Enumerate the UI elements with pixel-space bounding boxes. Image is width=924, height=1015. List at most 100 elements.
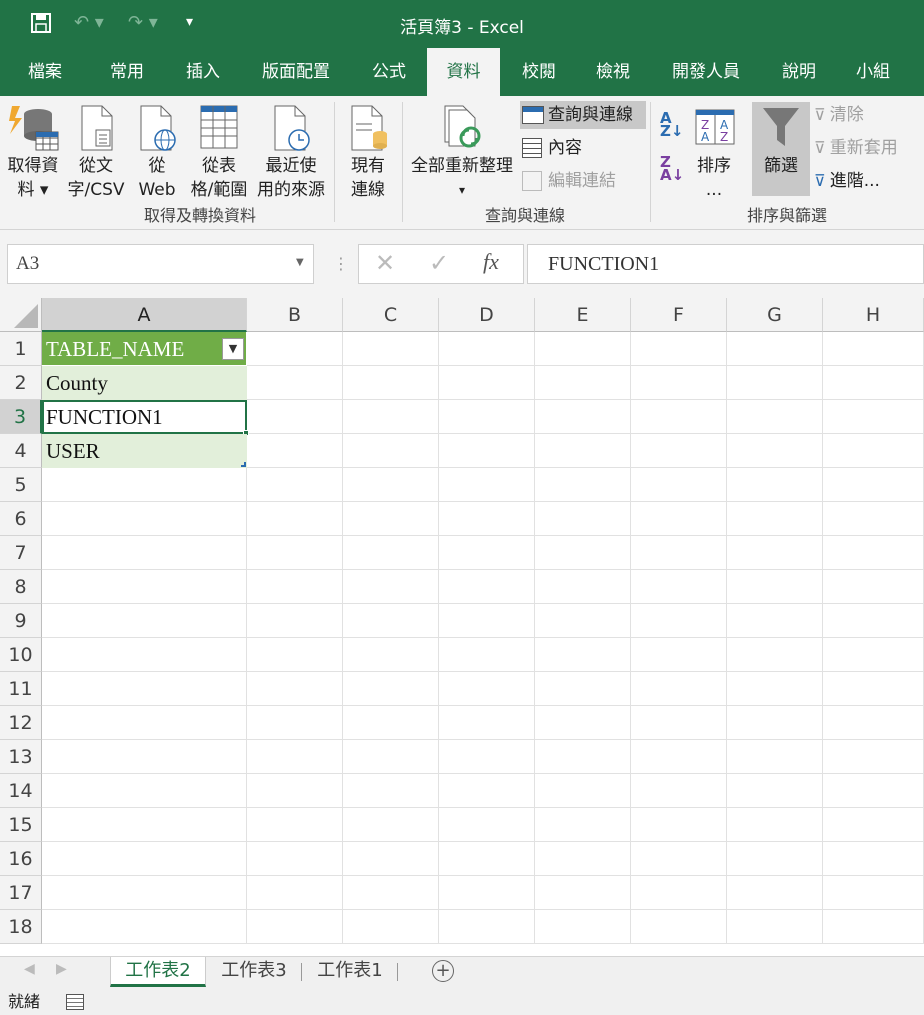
grid-cell[interactable] bbox=[439, 876, 535, 910]
grid-cell[interactable] bbox=[343, 808, 439, 842]
formula-bar-grip-icon[interactable]: ⋮ bbox=[333, 254, 349, 273]
grid-cell[interactable] bbox=[823, 536, 924, 570]
grid-cell[interactable] bbox=[727, 876, 823, 910]
confirm-entry-icon[interactable]: ✓ bbox=[429, 249, 449, 277]
column-header-c[interactable]: C bbox=[343, 298, 439, 332]
grid-cell[interactable] bbox=[727, 740, 823, 774]
grid-cell[interactable] bbox=[42, 672, 247, 706]
name-box[interactable]: A3 bbox=[7, 244, 314, 284]
column-header-h[interactable]: H bbox=[823, 298, 924, 332]
tab-data[interactable]: 資料 bbox=[427, 48, 500, 96]
grid-cell[interactable] bbox=[823, 706, 924, 740]
grid-cell[interactable] bbox=[823, 808, 924, 842]
grid-cell[interactable] bbox=[823, 468, 924, 502]
grid-cell[interactable] bbox=[343, 842, 439, 876]
grid-cell[interactable] bbox=[343, 468, 439, 502]
grid-cell[interactable] bbox=[343, 740, 439, 774]
grid-cell[interactable] bbox=[535, 332, 631, 366]
macro-record-icon[interactable] bbox=[66, 994, 84, 1010]
grid-cell[interactable] bbox=[343, 434, 439, 468]
grid-cell[interactable] bbox=[247, 604, 343, 638]
grid-cell[interactable] bbox=[535, 842, 631, 876]
grid-cell[interactable] bbox=[823, 876, 924, 910]
properties-button[interactable]: 內容 bbox=[522, 134, 642, 162]
row-header-1[interactable]: 1 bbox=[0, 332, 42, 366]
row-header-4[interactable]: 4 bbox=[0, 434, 42, 468]
grid-cell[interactable] bbox=[535, 366, 631, 400]
grid-cell[interactable] bbox=[439, 570, 535, 604]
grid-cell[interactable] bbox=[343, 774, 439, 808]
formula-input[interactable]: FUNCTION1 bbox=[527, 244, 924, 284]
grid-cell[interactable] bbox=[247, 400, 343, 434]
tab-home[interactable]: 常用 bbox=[96, 48, 158, 96]
row-header-5[interactable]: 5 bbox=[0, 468, 42, 502]
get-data-button[interactable]: 取得資 料 ▾ bbox=[2, 102, 64, 202]
grid-cell[interactable] bbox=[631, 808, 727, 842]
grid-cell[interactable] bbox=[439, 468, 535, 502]
grid-cell[interactable] bbox=[439, 740, 535, 774]
filter-dropdown-icon[interactable]: ▼ bbox=[222, 338, 244, 360]
grid-cell[interactable] bbox=[631, 468, 727, 502]
grid-cell[interactable] bbox=[439, 842, 535, 876]
filter-button[interactable]: 篩選 bbox=[752, 102, 810, 196]
grid-cell[interactable] bbox=[439, 774, 535, 808]
row-header-10[interactable]: 10 bbox=[0, 638, 42, 672]
sort-ascending-icon[interactable]: A Z↓ bbox=[660, 111, 683, 139]
cell-a3-selected[interactable]: FUNCTION1 bbox=[42, 400, 249, 436]
tab-formulas[interactable]: 公式 bbox=[358, 48, 420, 96]
insert-function-icon[interactable]: fx bbox=[483, 249, 499, 275]
table-header-cell[interactable]: TABLE_NAME ▼ bbox=[42, 332, 247, 366]
grid-cell[interactable] bbox=[247, 536, 343, 570]
grid-cell[interactable] bbox=[439, 502, 535, 536]
grid-cell[interactable] bbox=[247, 740, 343, 774]
row-header-12[interactable]: 12 bbox=[0, 706, 42, 740]
tab-team[interactable]: 小組 bbox=[842, 48, 904, 96]
grid-cell[interactable] bbox=[439, 400, 535, 434]
grid-cell[interactable] bbox=[535, 808, 631, 842]
grid-cell[interactable] bbox=[727, 842, 823, 876]
grid-cell[interactable] bbox=[727, 536, 823, 570]
column-header-e[interactable]: E bbox=[535, 298, 631, 332]
column-header-g[interactable]: G bbox=[727, 298, 823, 332]
grid-cell[interactable] bbox=[439, 332, 535, 366]
grid-cell[interactable] bbox=[535, 876, 631, 910]
grid-cell[interactable] bbox=[823, 910, 924, 944]
grid-cell[interactable] bbox=[439, 604, 535, 638]
from-table-button[interactable]: 從表 格/範圍 bbox=[186, 102, 252, 202]
sheet-tab[interactable]: 工作表1 bbox=[304, 957, 396, 987]
grid-cell[interactable] bbox=[727, 774, 823, 808]
grid-cell[interactable] bbox=[727, 332, 823, 366]
grid-cell[interactable] bbox=[535, 604, 631, 638]
grid-cell[interactable] bbox=[343, 570, 439, 604]
tab-review[interactable]: 校閱 bbox=[508, 48, 570, 96]
grid-cell[interactable] bbox=[823, 774, 924, 808]
worksheet-grid[interactable]: A B C D E F G H 1 2 3 4 5 6 7 8 9 10 11 12 13 14 15 16 1… bbox=[0, 298, 924, 956]
grid-cell[interactable] bbox=[439, 808, 535, 842]
grid-cell[interactable] bbox=[823, 570, 924, 604]
grid-cell[interactable] bbox=[823, 502, 924, 536]
scroll-right-icon[interactable]: ▶ bbox=[56, 961, 67, 977]
row-header-15[interactable]: 15 bbox=[0, 808, 42, 842]
tab-view[interactable]: 檢視 bbox=[582, 48, 644, 96]
row-header-18[interactable]: 18 bbox=[0, 910, 42, 944]
row-header-6[interactable]: 6 bbox=[0, 502, 42, 536]
grid-cell[interactable] bbox=[343, 400, 439, 434]
row-header-14[interactable]: 14 bbox=[0, 774, 42, 808]
grid-cell[interactable] bbox=[535, 536, 631, 570]
grid-cell[interactable] bbox=[247, 706, 343, 740]
grid-cell[interactable] bbox=[247, 672, 343, 706]
grid-cell[interactable] bbox=[823, 366, 924, 400]
grid-cell[interactable] bbox=[42, 774, 247, 808]
from-text-button[interactable]: 從文 字/CSV bbox=[64, 102, 128, 202]
grid-cell[interactable] bbox=[535, 638, 631, 672]
grid-cell[interactable] bbox=[247, 774, 343, 808]
tab-help[interactable]: 說明 bbox=[768, 48, 830, 96]
grid-cell[interactable] bbox=[42, 604, 247, 638]
grid-cell[interactable] bbox=[439, 638, 535, 672]
grid-cell[interactable] bbox=[535, 502, 631, 536]
row-header-17[interactable]: 17 bbox=[0, 876, 42, 910]
grid-cell[interactable] bbox=[727, 400, 823, 434]
grid-cell[interactable] bbox=[439, 672, 535, 706]
advanced-filter-button[interactable]: ⊽ 進階... bbox=[814, 167, 914, 195]
grid-cell[interactable] bbox=[439, 910, 535, 944]
